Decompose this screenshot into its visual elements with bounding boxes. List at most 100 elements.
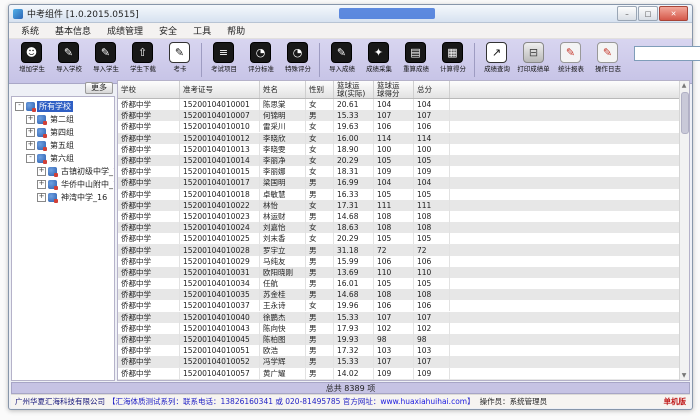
toolbar-scoring-standard-button[interactable]: ◔评分标准 [242,42,279,74]
quick-search-input[interactable] [634,46,700,61]
column-header-col-exam-id[interactable]: 准考证号 [180,81,260,98]
table-row[interactable]: 侨都中学15200104010059黄文杰男18.32105105 [118,379,680,380]
tree-node-第六组[interactable]: -第六组 [12,152,114,165]
cell-col-basketball-actual: 17.31 [334,200,374,211]
column-header-col-basketball-actual[interactable]: 篮球运 球(实际) [334,81,374,98]
operation-log-icon: ✎ [597,42,618,63]
column-header-col-school[interactable]: 学校 [118,81,180,98]
table-row[interactable]: 侨都中学15200104010001陈思棠女20.61104104 [118,99,680,110]
table-row[interactable]: 侨都中学15200104010010雷采川女19.63106106 [118,121,680,132]
toolbar-score-query-button[interactable]: ↗成绩查询 [478,42,515,74]
cell-col-name: 李晓雯 [260,144,306,155]
expand-icon[interactable]: + [26,115,35,124]
school-group-icon [48,167,57,176]
toolbar-print-transcript-button[interactable]: ⊟打印成绩单 [515,42,552,74]
tree-node-第五组[interactable]: +第五组 [12,139,114,152]
cell-col-total: 104 [414,177,450,188]
toolbar-import-school-button[interactable]: ✎导入学校 [50,42,87,74]
scroll-up-icon[interactable]: ▲ [680,81,688,90]
table-row[interactable]: 侨都中学15200104010045陈柏图男19.939898 [118,334,680,345]
cell-col-gender: 女 [306,99,334,110]
collapse-icon[interactable]: - [15,102,24,111]
table-row[interactable]: 侨都中学15200104010040徐鹏杰男15.33107107 [118,312,680,323]
cell-col-basketball-score: 108 [374,222,414,233]
table-row[interactable]: 侨都中学15200104010012李晓欣女16.00114114 [118,133,680,144]
more-button[interactable]: 更多 [85,82,113,94]
table-row[interactable]: 侨都中学15200104010034任航男16.01105105 [118,278,680,289]
tree-node-第四组[interactable]: +第四组 [12,126,114,139]
collapse-icon[interactable]: - [26,154,35,163]
cell-col-gender: 男 [306,334,334,345]
toolbar-special-scoring-button[interactable]: ◔特殊评分 [279,42,316,74]
table-row[interactable]: 侨都中学15200104010013李晓雯女18.90100100 [118,144,680,155]
column-header-col-total[interactable]: 总分 [414,81,450,98]
menu-score-management[interactable]: 成绩管理 [99,24,151,37]
table-row[interactable]: 侨都中学15200104010023林运财男14.68108108 [118,211,680,222]
cell-col-exam-id: 15200104010028 [180,245,260,256]
toolbar-calculate-score-button[interactable]: ▦计算得分 [434,42,471,74]
cell-col-basketball-score: 102 [374,323,414,334]
table-row[interactable]: 侨都中学15200104010031欧阳晓刚男13.69110110 [118,267,680,278]
scroll-down-icon[interactable]: ▼ [680,371,688,380]
menu-system[interactable]: 系统 [13,24,47,37]
toolbar-score-collection-button[interactable]: ✦成绩采集 [360,42,397,74]
tree-node-华侨中山附中_18[interactable]: +华侨中山附中_18 [12,178,114,191]
table-row[interactable]: 侨都中学15200104010052冯学辉男15.33107107 [118,356,680,367]
score-query-icon: ↗ [486,42,507,63]
toolbar-button-label: 统计报表 [558,64,584,73]
table-row[interactable]: 侨都中学15200104010029马纯友男15.99106106 [118,256,680,267]
expand-icon[interactable]: + [26,128,35,137]
cell-col-basketball-score: 108 [374,211,414,222]
table-row[interactable]: 侨都中学15200104010025刘末香女20.29105105 [118,233,680,244]
vertical-scrollbar[interactable]: ▲ ▼ [679,81,689,380]
column-header-col-basketball-score[interactable]: 篮球运 球得分 [374,81,414,98]
cell-col-gender: 男 [306,289,334,300]
expand-icon[interactable]: + [26,141,35,150]
maximize-button[interactable]: □ [638,6,658,21]
table-row[interactable]: 侨都中学15200104010035苏金桂男14.68108108 [118,289,680,300]
toolbar-import-scores-button[interactable]: ✎导入成绩 [323,42,360,74]
menu-help[interactable]: 帮助 [219,24,253,37]
tree-node-古镇初级中学_17[interactable]: +古镇初级中学_17 [12,165,114,178]
expand-icon[interactable]: + [37,180,46,189]
toolbar-import-student-button[interactable]: ✎导入学生 [87,42,124,74]
table-row[interactable]: 侨都中学15200104010043陈向快男17.93102102 [118,323,680,334]
scrollbar-thumb[interactable] [681,92,689,134]
toolbar-exam-items-button[interactable]: ≡考试项目 [205,42,242,74]
toolbar-add-student-button[interactable]: ☻增加学生 [13,42,50,74]
toolbar-recalculate-scores-button[interactable]: ▤重算成绩 [397,42,434,74]
expand-icon[interactable]: + [37,193,46,202]
table-row[interactable]: 侨都中学15200104010037王永诗女19.96106106 [118,300,680,311]
cell-col-basketball-actual: 16.33 [334,189,374,200]
menu-basic-info[interactable]: 基本信息 [47,24,99,37]
toolbar-exam-card-button[interactable]: ✎考卡 [161,42,198,74]
menu-security[interactable]: 安全 [151,24,185,37]
tree-node-第二组[interactable]: +第二组 [12,113,114,126]
expand-icon[interactable]: + [37,167,46,176]
table-row[interactable]: 侨都中学15200104010024刘嘉怡女18.63108108 [118,222,680,233]
table-row[interactable]: 侨都中学15200104010018卓敏慧男16.33105105 [118,189,680,200]
official-website-link[interactable]: www.huaxiahuihai.com [380,397,467,406]
table-row[interactable]: 侨都中学15200104010028罗宇立男31.187272 [118,244,680,255]
table-row[interactable]: 侨都中学15200104010057黄广耀男14.02109109 [118,368,680,379]
table-row[interactable]: 侨都中学15200104010017梁国明男16.99104104 [118,177,680,188]
toolbar-student-download-button[interactable]: ⇧学生下载 [124,42,161,74]
tree-node-神湾中学_16[interactable]: +神湾中学_16 [12,191,114,204]
close-button[interactable]: ✕ [659,6,688,21]
menu-tools[interactable]: 工具 [185,24,219,37]
table-row[interactable]: 侨都中学15200104010014李丽净女20.29105105 [118,155,680,166]
add-student-icon: ☻ [21,42,42,63]
table-row[interactable]: 侨都中学15200104010022林怡女17.31111111 [118,200,680,211]
column-header-col-gender[interactable]: 性别 [306,81,334,98]
table-row[interactable]: 侨都中学15200104010015李丽娜女18.31109109 [118,166,680,177]
table-row[interactable]: 侨都中学15200104010007何锦明男15.33107107 [118,110,680,121]
cell-col-basketball-actual: 14.02 [334,368,374,379]
table-row[interactable]: 侨都中学15200104010051欧浩男17.32103103 [118,345,680,356]
cell-col-gender: 女 [306,233,334,244]
minimize-button[interactable]: – [617,6,637,21]
cell-col-total: 107 [414,356,450,367]
toolbar-statistics-report-button[interactable]: ✎统计报表 [552,42,589,74]
toolbar-operation-log-button[interactable]: ✎操作日志 [589,42,626,74]
tree-node-所有学校[interactable]: -所有学校 [12,100,114,113]
column-header-col-name[interactable]: 姓名 [260,81,306,98]
